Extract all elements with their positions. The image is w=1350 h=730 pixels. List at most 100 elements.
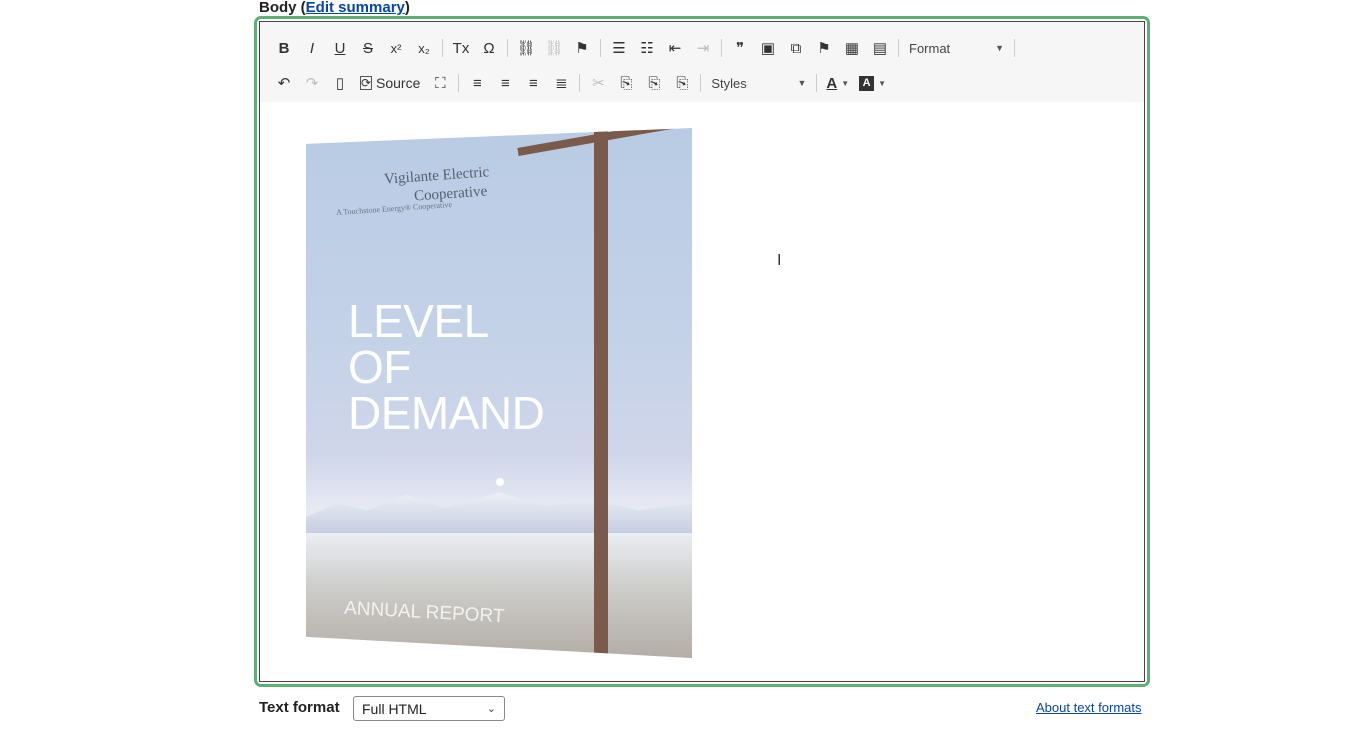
styles-dropdown[interactable]: Styles ▼	[705, 70, 812, 96]
toolbar-separator	[898, 39, 899, 57]
source-button[interactable]: ⟳ Source	[354, 70, 426, 96]
maximize-icon: ⛶	[435, 74, 446, 92]
underline-button[interactable]: U	[326, 35, 354, 61]
edit-summary-link[interactable]: Edit summary	[306, 0, 405, 16]
paste-text-button[interactable]: ⎘	[668, 70, 696, 96]
numbered-list-icon: ☷	[640, 40, 654, 57]
outdent-icon: ⇤	[668, 40, 682, 57]
superscript-icon: x²	[390, 40, 402, 56]
unlink-icon: ⛓	[544, 40, 564, 57]
templates-button[interactable]: ▯	[326, 70, 354, 96]
image-icon: ▣	[760, 40, 776, 57]
remove-format-button[interactable]: Tx	[447, 35, 475, 61]
styles-dropdown-label: Styles	[711, 75, 747, 91]
blockquote-button[interactable]: ❞	[726, 35, 754, 61]
indent-icon: ⇥	[696, 40, 710, 57]
italic-icon: I	[309, 39, 315, 57]
toolbar-separator	[442, 39, 443, 57]
indent-button[interactable]: ⇥	[689, 35, 717, 61]
about-text-formats-link[interactable]: About text formats	[1036, 700, 1142, 715]
undo-button[interactable]: ↶	[270, 70, 298, 96]
dropdown-arrow-icon: ▼	[878, 78, 887, 88]
toolbar-separator	[1014, 39, 1015, 57]
link-button[interactable]: ⛓	[512, 35, 540, 61]
cover-utility-pole	[594, 128, 608, 658]
flag-icon: ⚑	[575, 40, 589, 57]
background-color-icon: A	[859, 75, 875, 91]
editor-content-area[interactable]: Vigilante Electric Cooperative A Touchst…	[260, 102, 1144, 681]
undo-icon: ↶	[277, 75, 291, 92]
text-cursor-icon: I	[777, 252, 782, 269]
quote-icon: ❞	[735, 40, 745, 57]
format-dropdown[interactable]: Format ▼	[903, 35, 1010, 61]
text-format-selected: Full HTML	[362, 700, 427, 717]
bulleted-list-icon: ☰	[612, 40, 626, 57]
source-icon: ⟳	[360, 76, 372, 90]
flag-button[interactable]: ⚑	[810, 35, 838, 61]
text-format-select[interactable]: Full HTML ⌄	[353, 696, 505, 721]
table-button[interactable]: ▦	[838, 35, 866, 61]
cut-button[interactable]: ✂	[584, 70, 612, 96]
redo-icon: ↷	[305, 75, 319, 92]
paste-button[interactable]: ⎘	[640, 70, 668, 96]
chevron-down-icon: ⌄	[486, 703, 496, 715]
source-button-label: Source	[376, 75, 421, 91]
toolbar-separator	[579, 74, 581, 92]
unlink-button[interactable]: ⛓	[540, 35, 568, 61]
editor-toolbar: B I U Sx² x₂ Tx Ω ⛓ ⛓ ⚑ ☰ ☷ ⇤ ⇥ ❞ ▣ ⧉ ⚑ ▦ ▤ Format ▼ ↶ ↷ ▯ ⟳ Sour…	[260, 22, 1144, 102]
image-button[interactable]: ▣	[754, 35, 782, 61]
strikethrough-button[interactable]: S	[354, 35, 382, 61]
bulleted-list-button[interactable]: ☰	[605, 35, 633, 61]
scissors-icon: ✂	[592, 75, 605, 92]
toolbar-separator	[458, 74, 460, 92]
align-left-button[interactable]: ≡	[463, 70, 491, 96]
link-icon: ⛓	[516, 40, 536, 57]
text-format-label: Text format	[259, 699, 340, 716]
paste-text-icon: ⎘	[676, 74, 689, 92]
media-button[interactable]: ⧉	[782, 35, 810, 61]
background-color-button[interactable]: A ▼	[854, 70, 891, 96]
omega-icon: Ω	[483, 39, 495, 57]
media-library-icon: ⧉	[790, 39, 802, 57]
align-center-button[interactable]: ≡	[491, 70, 519, 96]
cover-title: LEVEL OF DEMAND	[348, 295, 545, 439]
horizontal-rule-button[interactable]: ▤	[866, 35, 894, 61]
numbered-list-button[interactable]: ☷	[633, 35, 661, 61]
toolbar-separator	[507, 39, 508, 57]
superscript-button[interactable]: x²	[382, 35, 410, 61]
special-char-button[interactable]: Ω	[475, 35, 503, 61]
toolbar-separator	[600, 39, 601, 57]
horizontal-rule-icon: ▤	[872, 40, 888, 57]
body-field-label: Body (Edit summary)	[259, 0, 410, 16]
anchor-button[interactable]: ⚑	[568, 35, 596, 61]
toolbar-row-1: B I U Sx² x₂ Tx Ω ⛓ ⛓ ⚑ ☰ ☷ ⇤ ⇥ ❞ ▣ ⧉ ⚑ ▦ ▤ Format ▼	[270, 34, 1019, 62]
strikethrough-icon: S	[362, 39, 373, 57]
cover-mountains	[306, 492, 692, 535]
subscript-icon: x₂	[418, 40, 430, 56]
templates-icon: ▯	[335, 75, 345, 92]
italic-button[interactable]: I	[298, 35, 326, 61]
align-right-button[interactable]: ≡	[519, 70, 547, 96]
copy-button[interactable]: ⎘	[612, 70, 640, 96]
toolbar-separator	[700, 74, 702, 92]
dropdown-arrow-icon: ▼	[841, 78, 850, 88]
remove-format-icon: Tx	[452, 39, 470, 57]
maximize-button[interactable]: ⛶	[426, 70, 454, 96]
dropdown-arrow-icon: ▼	[797, 78, 807, 88]
justify-button[interactable]: ≣	[547, 70, 575, 96]
align-right-icon: ≡	[528, 74, 538, 92]
align-left-icon: ≡	[472, 74, 482, 92]
subscript-button[interactable]: x₂	[410, 35, 438, 61]
outdent-button[interactable]: ⇤	[661, 35, 689, 61]
toolbar-row-2: ↶ ↷ ▯ ⟳ Source ⛶ ≡ ≡ ≡ ≣ ✂ ⎘ ⎘ ⎘ Styles ▼ A ▼ A ▼	[270, 69, 891, 97]
toolbar-separator	[721, 39, 722, 57]
cover-field	[306, 533, 692, 658]
annual-report-cover-image[interactable]: Vigilante Electric Cooperative A Touchst…	[306, 128, 692, 658]
align-center-icon: ≡	[500, 74, 510, 92]
text-color-button[interactable]: A ▼	[821, 70, 854, 96]
bold-button[interactable]: B	[270, 35, 298, 61]
redo-button[interactable]: ↷	[298, 70, 326, 96]
flag-icon: ⚑	[817, 40, 831, 57]
dropdown-arrow-icon: ▼	[995, 43, 1004, 53]
toolbar-separator	[816, 74, 818, 92]
